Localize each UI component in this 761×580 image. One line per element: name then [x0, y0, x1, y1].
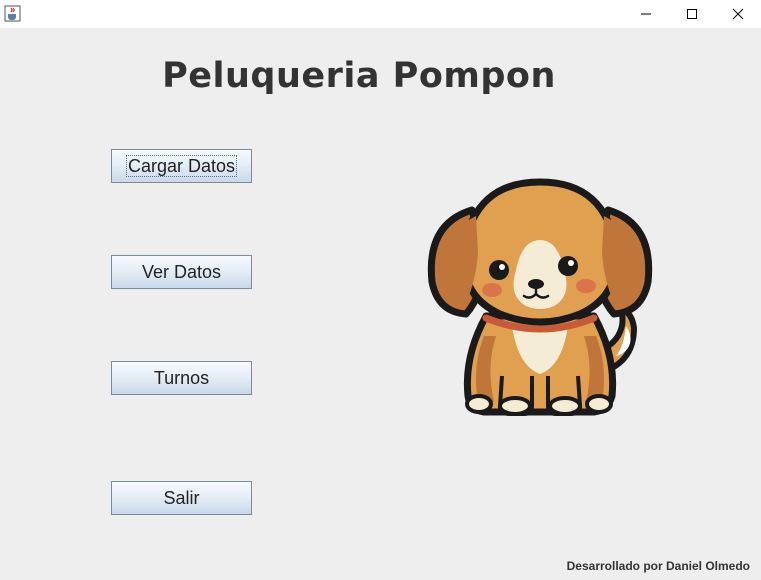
salir-button[interactable]: Salir [111, 481, 252, 515]
developer-credit: Desarrollado por Daniel Olmedo [566, 559, 750, 573]
maximize-button[interactable] [669, 0, 715, 28]
cargar-datos-button[interactable]: Cargar Datos [111, 149, 252, 183]
close-button[interactable] [715, 0, 761, 28]
ver-datos-label: Ver Datos [141, 261, 222, 282]
turnos-label: Turnos [153, 367, 210, 388]
close-icon [732, 8, 744, 20]
ver-datos-button[interactable]: Ver Datos [111, 255, 252, 289]
java-cup-icon [4, 5, 21, 22]
salir-label: Salir [163, 487, 200, 508]
page-title: Peluqueria Pompon [162, 56, 556, 96]
window-titlebar[interactable] [0, 0, 761, 28]
turnos-button[interactable]: Turnos [111, 361, 252, 395]
puppy-illustration [427, 178, 653, 416]
minimize-icon [641, 13, 651, 15]
maximize-icon [687, 9, 697, 19]
minimize-button[interactable] [623, 0, 669, 28]
cargar-datos-label: Cargar Datos [125, 155, 238, 177]
